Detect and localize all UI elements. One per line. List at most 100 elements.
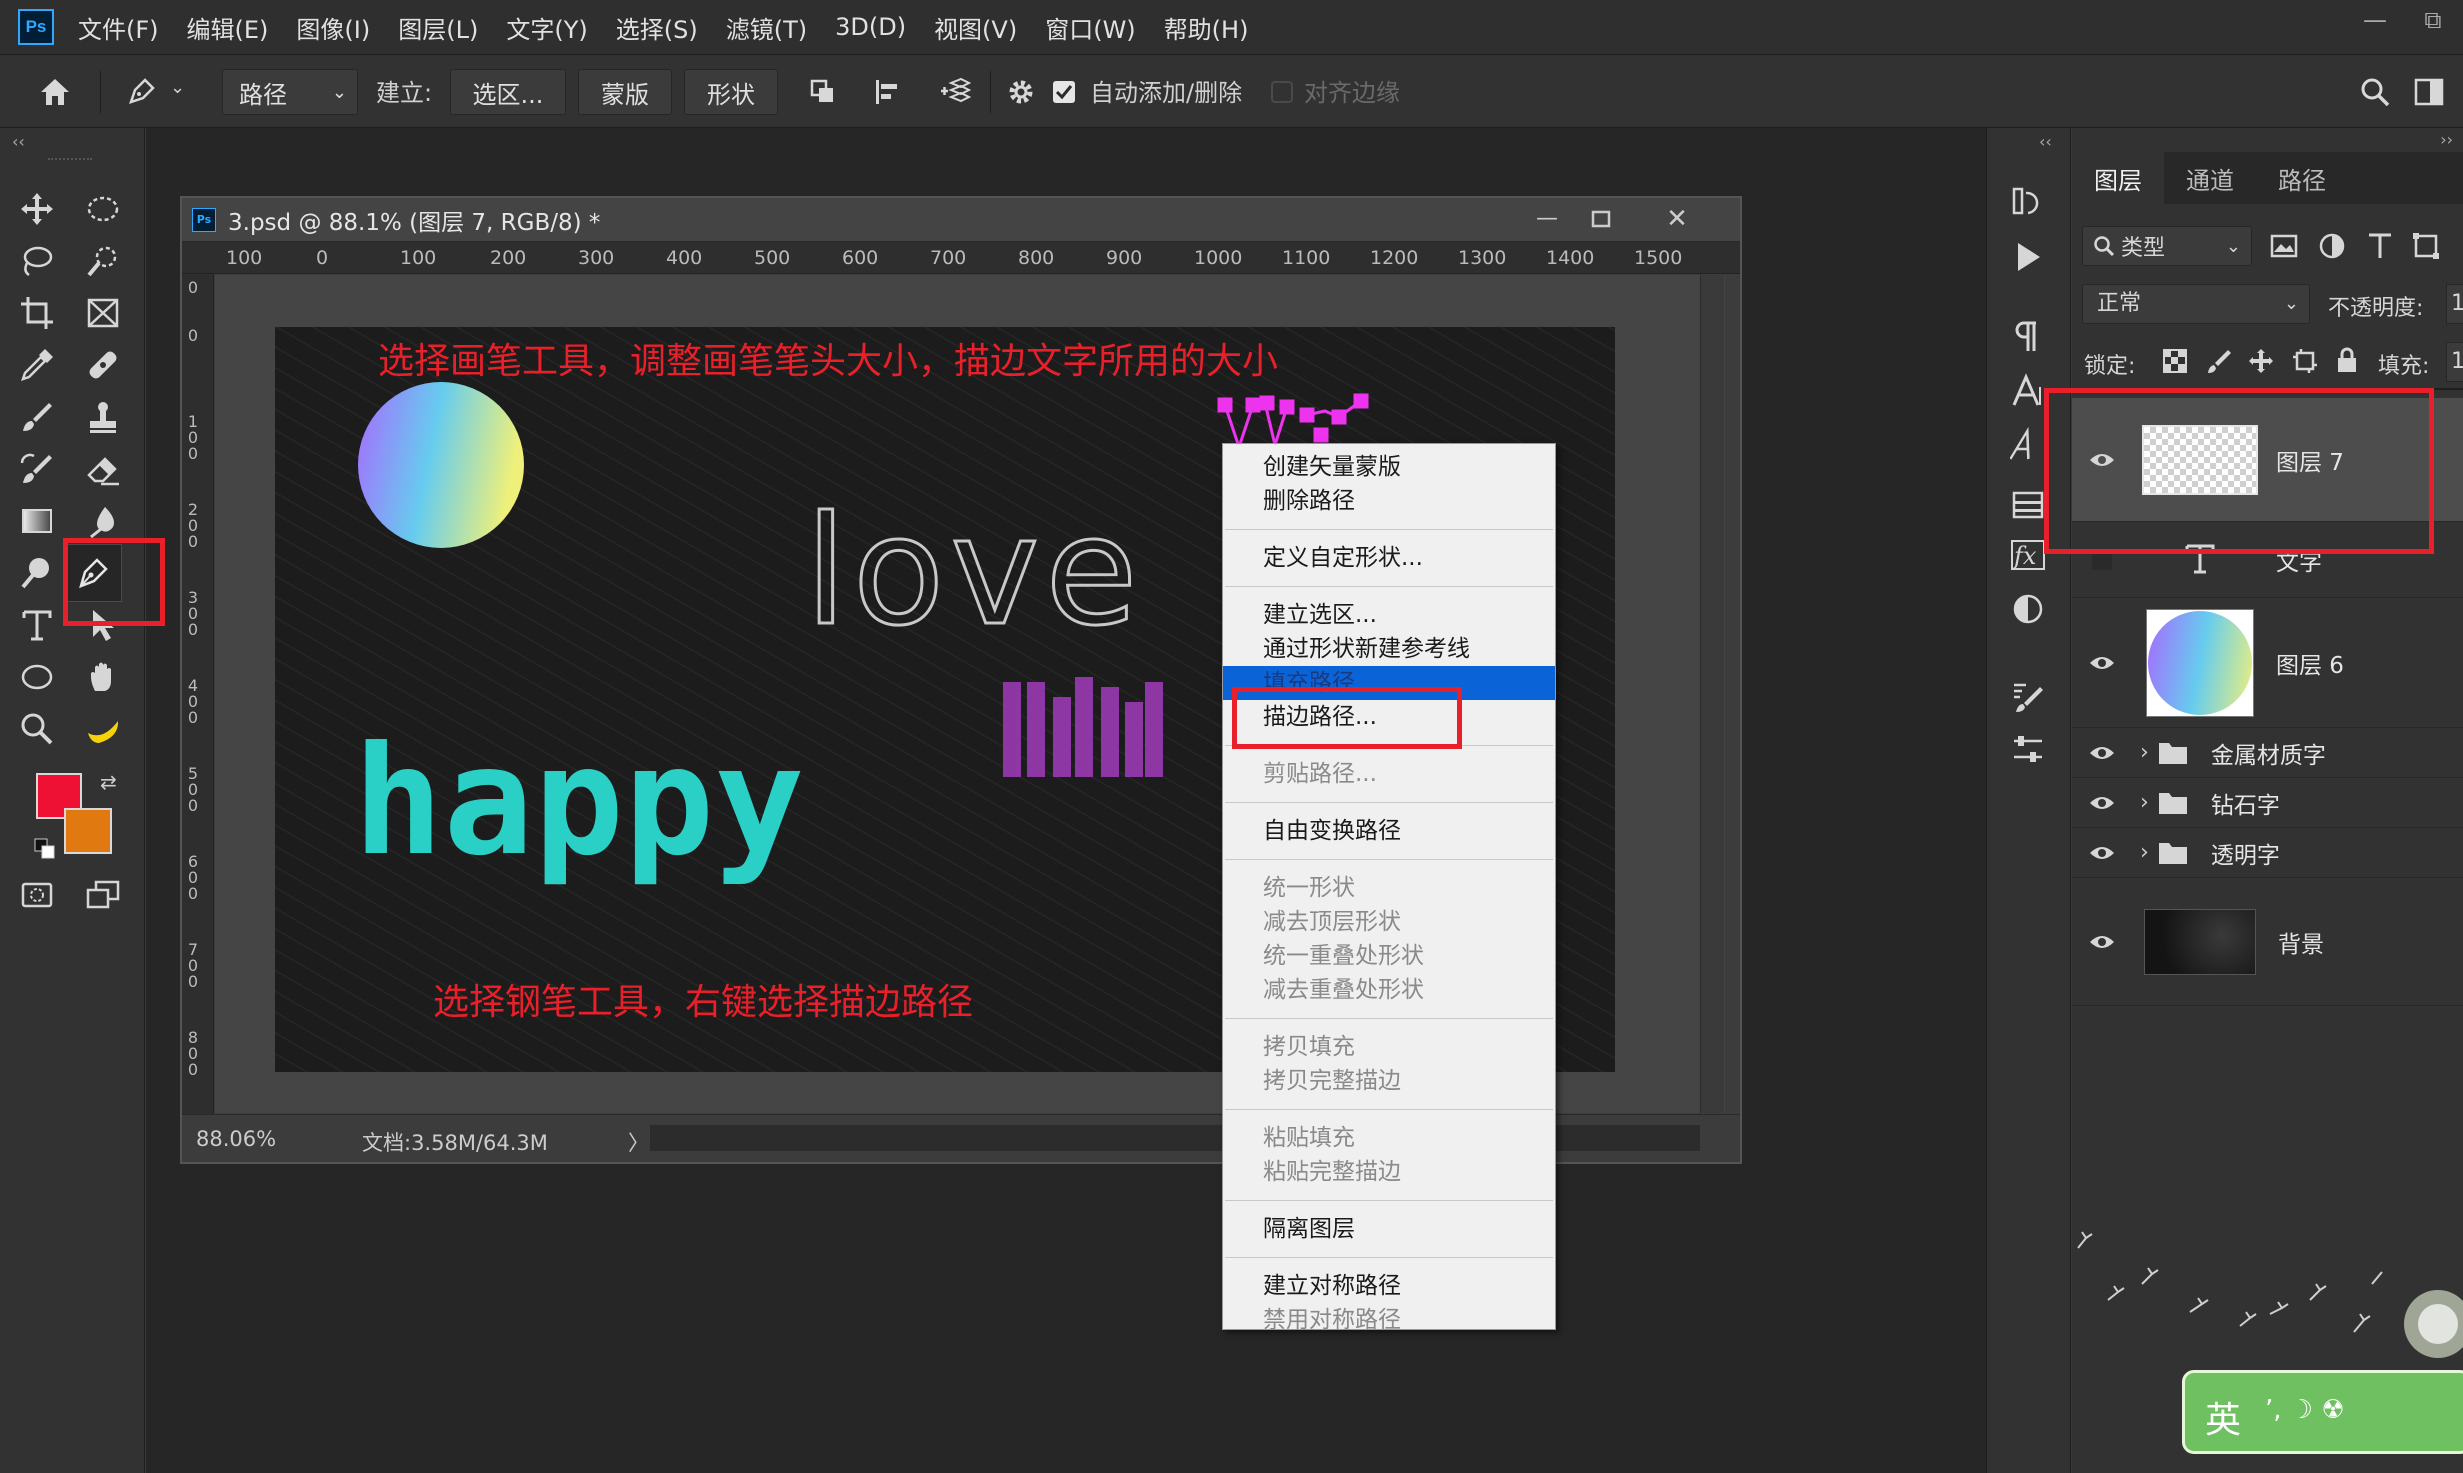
menu-type[interactable]: 文字(Y)	[506, 10, 587, 45]
menu-file[interactable]: 文件(F)	[78, 10, 159, 45]
tab-paths[interactable]: 路径	[2256, 152, 2348, 204]
layer-row-background[interactable]: 背景	[2072, 878, 2463, 1006]
fill-input[interactable]: 10	[2446, 342, 2463, 382]
menu-image[interactable]: 图像(I)	[296, 10, 370, 45]
layer-name[interactable]: 图层 7	[2276, 443, 2344, 477]
menu-new-guides-from-shape[interactable]: 通过形状新建参考线	[1223, 632, 1555, 666]
paragraph-icon[interactable]	[2001, 312, 2055, 362]
menu-filter[interactable]: 滤镜(T)	[726, 10, 807, 45]
eye-icon[interactable]	[2078, 933, 2126, 951]
styles-fx-icon[interactable]: fx	[2001, 530, 2055, 580]
lock-artboard-icon[interactable]	[2292, 348, 2318, 378]
search-icon[interactable]	[2352, 69, 2398, 115]
menu-window[interactable]: 窗口(W)	[1045, 10, 1135, 45]
filter-pixel-icon[interactable]	[2268, 230, 2300, 266]
clone-stamp-tool-icon[interactable]	[76, 392, 130, 442]
align-edges-checkbox[interactable]	[1262, 69, 1302, 115]
eye-icon[interactable]	[2078, 654, 2126, 672]
menu-stroke-path[interactable]: 描边路径...	[1223, 700, 1555, 734]
default-colors-icon[interactable]	[34, 838, 56, 860]
doc-minimize-button[interactable]: —	[1524, 206, 1570, 234]
layer-group-diamond[interactable]: › 钻石字	[2072, 778, 2463, 828]
menu-select[interactable]: 选择(S)	[616, 10, 698, 45]
layer-row-7[interactable]: 图层 7	[2072, 398, 2463, 522]
menu-free-transform-path[interactable]: 自由变换路径	[1223, 814, 1555, 848]
tab-channels[interactable]: 通道	[2164, 152, 2256, 204]
path-operations-icon[interactable]	[800, 69, 846, 115]
blend-mode-select[interactable]: 正常 ⌄	[2082, 284, 2310, 324]
chevron-down-icon[interactable]: ⌄	[170, 77, 185, 98]
quick-mask-icon[interactable]	[10, 870, 64, 920]
expand-chevron-icon[interactable]: ›	[2140, 840, 2149, 865]
elliptical-marquee-tool-icon[interactable]	[76, 184, 130, 234]
layer-group-metal[interactable]: › 金属材质字	[2072, 728, 2463, 778]
expand-chevron-icon[interactable]: ›	[2140, 790, 2149, 815]
properties-sliders-icon[interactable]	[2001, 724, 2055, 774]
ellipse-tool-icon[interactable]	[10, 652, 64, 702]
collapse-icon[interactable]: ‹‹	[12, 132, 25, 151]
swap-colors-icon[interactable]: ⇄	[100, 770, 117, 794]
gear-icon[interactable]	[998, 69, 1044, 115]
character-icon[interactable]	[2001, 366, 2055, 416]
opacity-input[interactable]: 10	[2446, 284, 2463, 324]
layer-row-text[interactable]: 文字	[2072, 522, 2463, 598]
menu-view[interactable]: 视图(V)	[934, 10, 1017, 45]
eraser-tool-icon[interactable]	[76, 444, 130, 494]
screen-mode-icon[interactable]	[76, 870, 130, 920]
eye-icon[interactable]	[2078, 794, 2126, 812]
path-arrangement-icon[interactable]	[932, 69, 978, 115]
crop-tool-icon[interactable]	[10, 288, 64, 338]
make-mask-button[interactable]: 蒙版	[578, 69, 672, 115]
path-alignment-icon[interactable]	[864, 69, 910, 115]
visibility-toggle-off[interactable]	[2078, 548, 2126, 572]
layer-name[interactable]: 金属材质字	[2211, 736, 2326, 770]
history-brush-tool-icon[interactable]	[10, 444, 64, 494]
pen-tool-preset-icon[interactable]	[118, 69, 164, 115]
layer-name[interactable]: 透明字	[2211, 836, 2280, 870]
expand-chevron-icon[interactable]: ›	[2140, 740, 2149, 765]
menu-edit[interactable]: 编辑(E)	[187, 10, 269, 45]
pen-tool-icon[interactable]	[64, 544, 122, 602]
collapse-icon[interactable]: ››	[2440, 130, 2453, 149]
filter-type-icon[interactable]	[2364, 230, 2396, 266]
layer-name[interactable]: 图层 6	[2276, 646, 2344, 680]
workspace-icon[interactable]	[2406, 69, 2452, 115]
menu-help[interactable]: 帮助(H)	[1164, 10, 1249, 45]
eye-icon[interactable]	[2078, 451, 2126, 469]
restore-button[interactable]: ⧉	[2410, 0, 2456, 40]
menu-isolate-layers[interactable]: 隔离图层	[1223, 1212, 1555, 1246]
document-title-bar[interactable]: Ps 3.psd @ 88.1% (图层 7, RGB/8) * — ✕	[182, 198, 1740, 242]
glyphs-icon[interactable]	[2001, 420, 2055, 470]
move-tool-icon[interactable]	[10, 184, 64, 234]
menu-make-symmetry-path[interactable]: 建立对称路径	[1223, 1269, 1555, 1303]
banana-icon[interactable]	[76, 704, 130, 754]
zoom-tool-icon[interactable]	[10, 704, 64, 754]
status-menu-arrow[interactable]: 〉	[628, 1127, 649, 1157]
menu-fill-path[interactable]: 填充路径...	[1223, 666, 1555, 700]
frame-tool-icon[interactable]	[76, 288, 130, 338]
doc-close-button[interactable]: ✕	[1654, 204, 1700, 234]
libraries-icon[interactable]	[2001, 480, 2055, 530]
menu-make-selection[interactable]: 建立选区...	[1223, 598, 1555, 632]
adjustments-icon[interactable]	[2001, 584, 2055, 634]
lock-pixels-icon[interactable]	[2206, 348, 2232, 378]
layer-name[interactable]: 文字	[2276, 543, 2322, 577]
history-panel-icon[interactable]	[2001, 176, 2055, 226]
layer-filter-select[interactable]: 类型 ⌄	[2082, 226, 2252, 266]
menu-layer[interactable]: 图层(L)	[398, 10, 478, 45]
menu-create-vector-mask[interactable]: 创建矢量蒙版	[1223, 450, 1555, 484]
gradient-tool-icon[interactable]	[10, 496, 64, 546]
collapse-icon[interactable]: ‹‹	[2039, 132, 2052, 151]
ime-toolbar[interactable]: 英 ʼ, ☽ ☢	[2182, 1370, 2463, 1454]
auto-add-delete-checkbox[interactable]	[1044, 69, 1084, 115]
actions-play-icon[interactable]	[2001, 232, 2055, 282]
lasso-tool-icon[interactable]	[10, 236, 64, 286]
home-icon[interactable]	[32, 69, 78, 115]
type-tool-icon[interactable]	[10, 600, 64, 650]
doc-maximize-button[interactable]	[1578, 206, 1624, 234]
filter-adjustment-icon[interactable]	[2316, 230, 2348, 266]
quick-selection-tool-icon[interactable]	[76, 236, 130, 286]
minimize-button[interactable]: —	[2352, 0, 2398, 40]
layer-group-transparent[interactable]: › 透明字	[2072, 828, 2463, 878]
zoom-level[interactable]: 88.06%	[196, 1127, 276, 1151]
